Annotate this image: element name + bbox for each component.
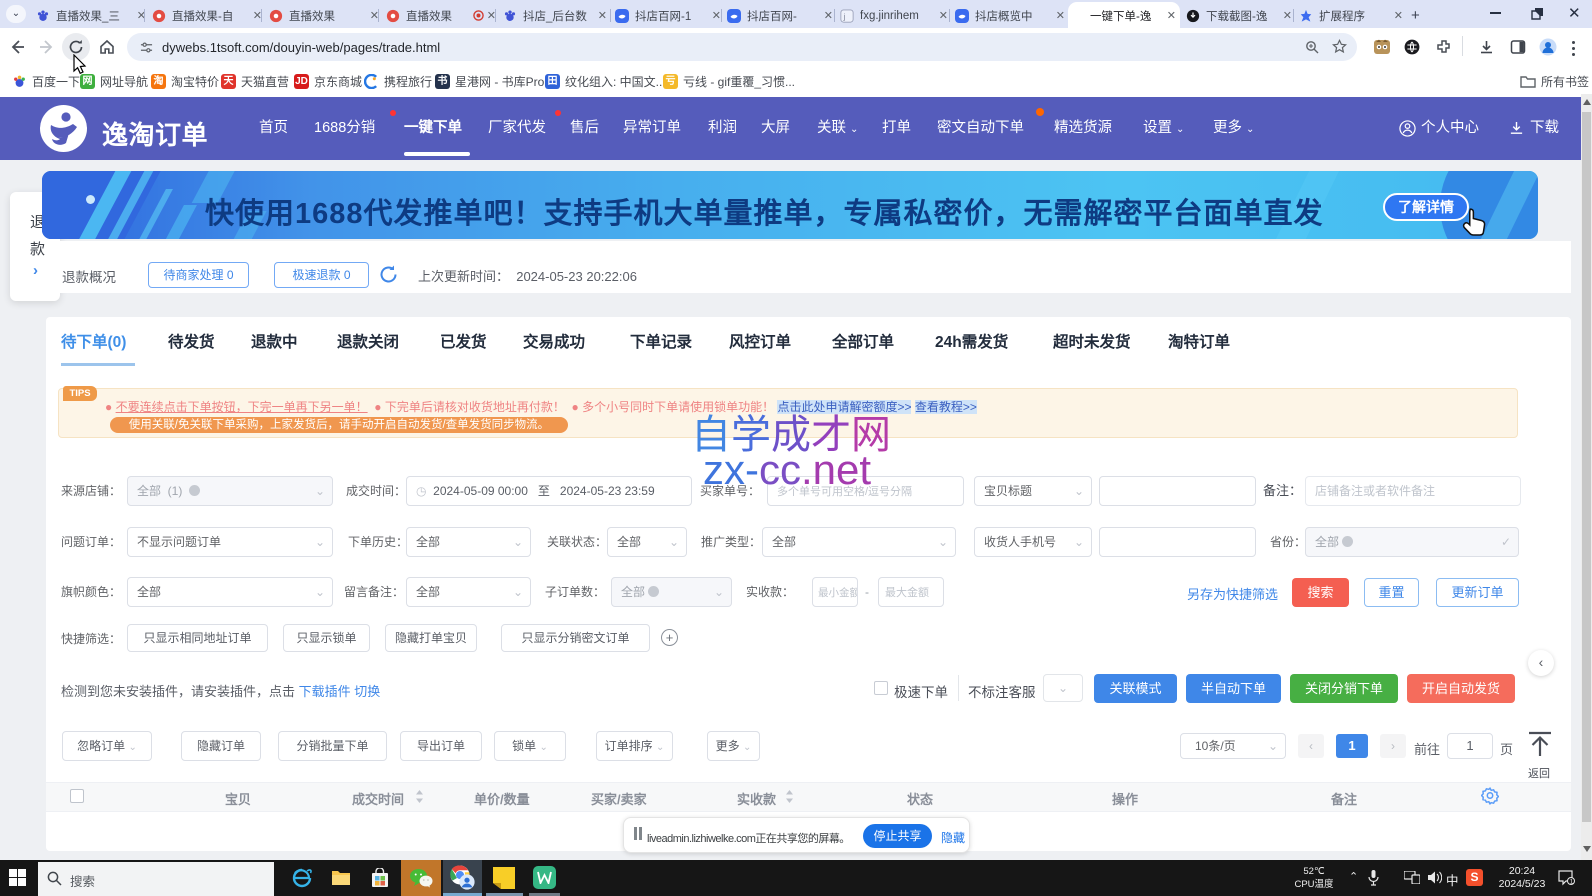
svg-text:j: j — [843, 12, 846, 21]
